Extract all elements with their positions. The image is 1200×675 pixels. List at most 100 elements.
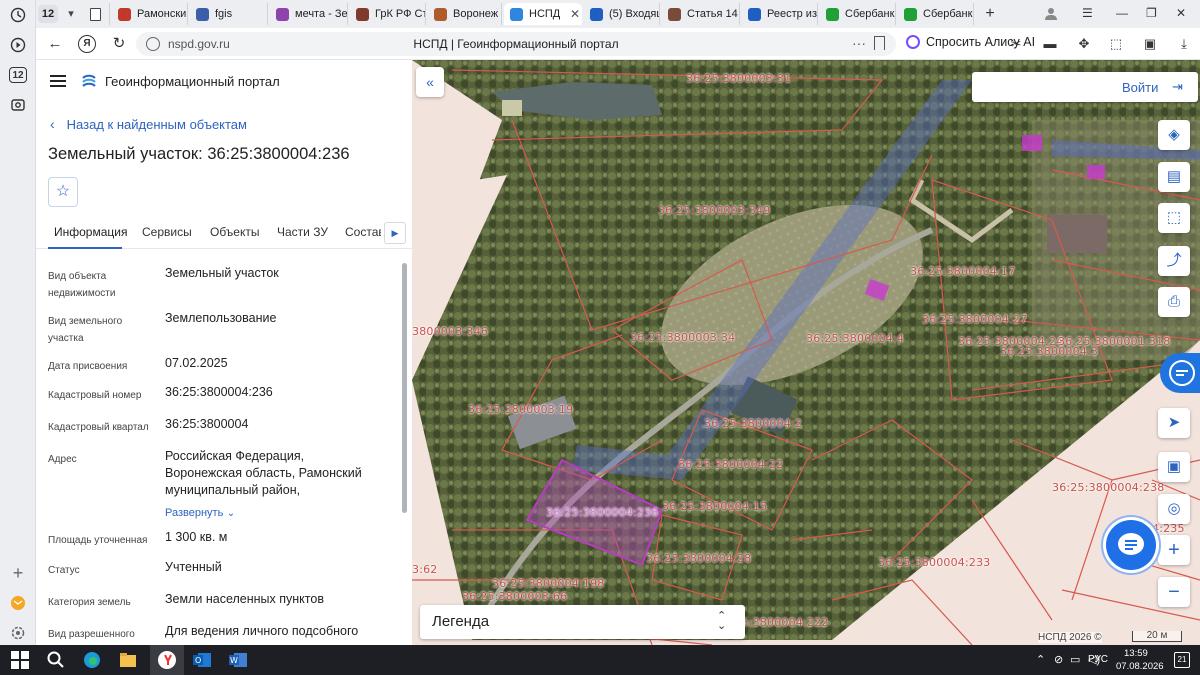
- yandex-browser-task[interactable]: [150, 645, 184, 675]
- mail-app-icon[interactable]: [8, 593, 28, 613]
- geolocation-button[interactable]: ◎: [1158, 494, 1190, 524]
- basemap-button[interactable]: ▣: [1158, 452, 1190, 482]
- collections-icon[interactable]: [8, 95, 28, 115]
- notifications-badge[interactable]: 21: [1174, 652, 1190, 668]
- parcel-label[interactable]: 36:25:3800004:3: [1000, 345, 1098, 358]
- settings-icon[interactable]: [8, 623, 28, 643]
- tab-2[interactable]: fgis: [190, 3, 268, 25]
- download-icon[interactable]: ⤓: [1176, 36, 1192, 52]
- back-arrow-icon[interactable]: ←: [46, 35, 64, 53]
- expand-link[interactable]: Развернуть ⌄: [165, 504, 380, 522]
- parcel-label[interactable]: 36:25:3800004:2: [704, 417, 802, 430]
- parcel-label[interactable]: 3800003:346: [412, 325, 488, 338]
- minimize-icon[interactable]: —: [1116, 6, 1128, 20]
- tab-5[interactable]: Воронеж: [428, 3, 502, 25]
- zoom-out-button[interactable]: −: [1158, 577, 1190, 607]
- print-button[interactable]: ⎙: [1158, 287, 1190, 317]
- window-menu-icon[interactable]: ☰: [1082, 6, 1093, 20]
- tab-objects[interactable]: Объекты: [210, 225, 260, 239]
- reload-icon[interactable]: ↻: [110, 35, 128, 53]
- network-icon[interactable]: ▭: [1070, 653, 1080, 666]
- chevron-down-icon[interactable]: ▾: [62, 5, 80, 23]
- clock-time[interactable]: 13:59: [1124, 648, 1148, 659]
- parcel-label[interactable]: 36:25:3800004:236: [546, 506, 659, 519]
- profile-icon[interactable]: [1044, 6, 1058, 23]
- word-icon[interactable]: W: [228, 650, 248, 670]
- select-area-button[interactable]: ⬚: [1158, 203, 1190, 233]
- parcel-label[interactable]: 36:25:3800004:27: [922, 313, 1027, 326]
- parcel-label[interactable]: 36:25:3800004:4: [806, 332, 904, 345]
- menu-icon[interactable]: [50, 75, 66, 87]
- outlook-icon[interactable]: O: [192, 650, 212, 670]
- tab-4[interactable]: ГрК РФ Ст: [350, 3, 426, 25]
- tab-11[interactable]: Сбербанк: [898, 3, 974, 25]
- windows-start-icon[interactable]: [10, 650, 30, 670]
- tab-3[interactable]: мечта - Зе: [270, 3, 348, 25]
- parcel-label[interactable]: 36:25:3800004:28: [646, 552, 751, 565]
- login-button[interactable]: Войти ⇥: [972, 72, 1198, 102]
- parcel-label[interactable]: 36:25:3800003:349: [658, 204, 771, 217]
- parcel-label[interactable]: 36:25:3800003:31: [686, 72, 791, 85]
- bookmark-icon[interactable]: [874, 36, 885, 50]
- new-tab-button[interactable]: +: [980, 4, 1000, 24]
- tab-8[interactable]: Статья 14: [662, 3, 740, 25]
- sync-icon[interactable]: ▣: [1142, 36, 1158, 52]
- url-field[interactable]: nspd.gov.ru НСПД | Геоинформационный пор…: [136, 32, 896, 56]
- file-explorer-icon[interactable]: [118, 650, 138, 670]
- screenshot-icon[interactable]: ⬚: [1108, 36, 1124, 52]
- clock-date[interactable]: 07.08.2026: [1116, 661, 1164, 672]
- lang-indicator[interactable]: РУС: [1088, 654, 1108, 665]
- tabs-badge[interactable]: 12: [8, 65, 28, 85]
- tab-parts[interactable]: Части ЗУ: [277, 225, 328, 239]
- parcel-label[interactable]: 36:25:3800004:22: [678, 458, 783, 471]
- restore-icon[interactable]: ❐: [1146, 6, 1157, 20]
- close-tab-icon[interactable]: ✕: [568, 7, 582, 21]
- tab-10[interactable]: Сбербанк: [820, 3, 896, 25]
- tray-chevron-icon[interactable]: ⌃: [1036, 653, 1045, 666]
- parcel-label[interactable]: 36:25:3800004:17: [910, 265, 1015, 278]
- back-to-results-link[interactable]: ‹ Назад к найденным объектам: [50, 116, 247, 132]
- help-button[interactable]: [1160, 353, 1200, 393]
- tab-9[interactable]: Реестр из: [742, 3, 818, 25]
- ruler-button[interactable]: ▤: [1158, 162, 1190, 192]
- search-icon[interactable]: [46, 650, 66, 670]
- tab-counter[interactable]: 12: [38, 5, 58, 23]
- layers-button[interactable]: ◈: [1158, 120, 1190, 150]
- puzzle-icon[interactable]: ✥: [1076, 36, 1092, 52]
- parcel-label[interactable]: 36:25:3800004:233: [878, 556, 991, 569]
- parcel-label[interactable]: 3:62: [412, 563, 438, 576]
- history-icon[interactable]: [8, 5, 28, 25]
- tray-app-icon[interactable]: ⊘: [1054, 653, 1063, 666]
- favorite-star-button[interactable]: ☆: [48, 177, 78, 207]
- more-icon[interactable]: ···: [852, 35, 866, 51]
- legend-dropdown[interactable]: Легенда ⌃ ⌄: [420, 605, 745, 639]
- panel-scrollbar[interactable]: [402, 263, 407, 513]
- share-button[interactable]: ⤴: [1158, 246, 1190, 276]
- map-view[interactable]: 36:25:3800003:31 36:25:3800003:349 36:25:3…: [412, 60, 1200, 645]
- add-icon[interactable]: +: [8, 563, 28, 583]
- yandex-icon[interactable]: Я: [78, 35, 96, 53]
- tab-pinned[interactable]: [84, 3, 110, 25]
- play-icon[interactable]: [8, 35, 28, 55]
- extension-icon[interactable]: ✂: [1008, 36, 1024, 52]
- parcel-label[interactable]: 36:25:3800003:34: [630, 331, 735, 344]
- parcel-label[interactable]: 36:25:3800004:198: [492, 577, 605, 590]
- zoom-in-button[interactable]: +: [1158, 535, 1190, 565]
- chat-button[interactable]: [1106, 520, 1156, 570]
- tab-information[interactable]: Информация: [54, 225, 127, 239]
- cap-icon[interactable]: ▬: [1042, 36, 1058, 52]
- edge-icon[interactable]: [82, 650, 102, 670]
- tab-services[interactable]: Сервисы: [142, 225, 192, 239]
- parcel-label[interactable]: 36:25:3800003:66: [462, 590, 567, 603]
- locate-button[interactable]: ➤: [1158, 408, 1190, 438]
- collapse-panel-button[interactable]: «: [416, 67, 444, 97]
- tab-1[interactable]: Рамонский: [112, 3, 188, 25]
- close-window-icon[interactable]: ✕: [1176, 6, 1186, 20]
- parcel-label[interactable]: 36:25:3800004:15: [662, 500, 767, 513]
- tab-6[interactable]: НСПД ✕: [504, 3, 582, 25]
- tabs-next-button[interactable]: ▶: [384, 222, 406, 244]
- parcel-label[interactable]: 36:25:3800003:19: [468, 403, 573, 416]
- parcel-label[interactable]: 36:25:3800004:238: [1052, 481, 1165, 494]
- tab-7[interactable]: (5) Входящ: [584, 3, 660, 25]
- tab-composition[interactable]: Состав: [345, 225, 381, 239]
